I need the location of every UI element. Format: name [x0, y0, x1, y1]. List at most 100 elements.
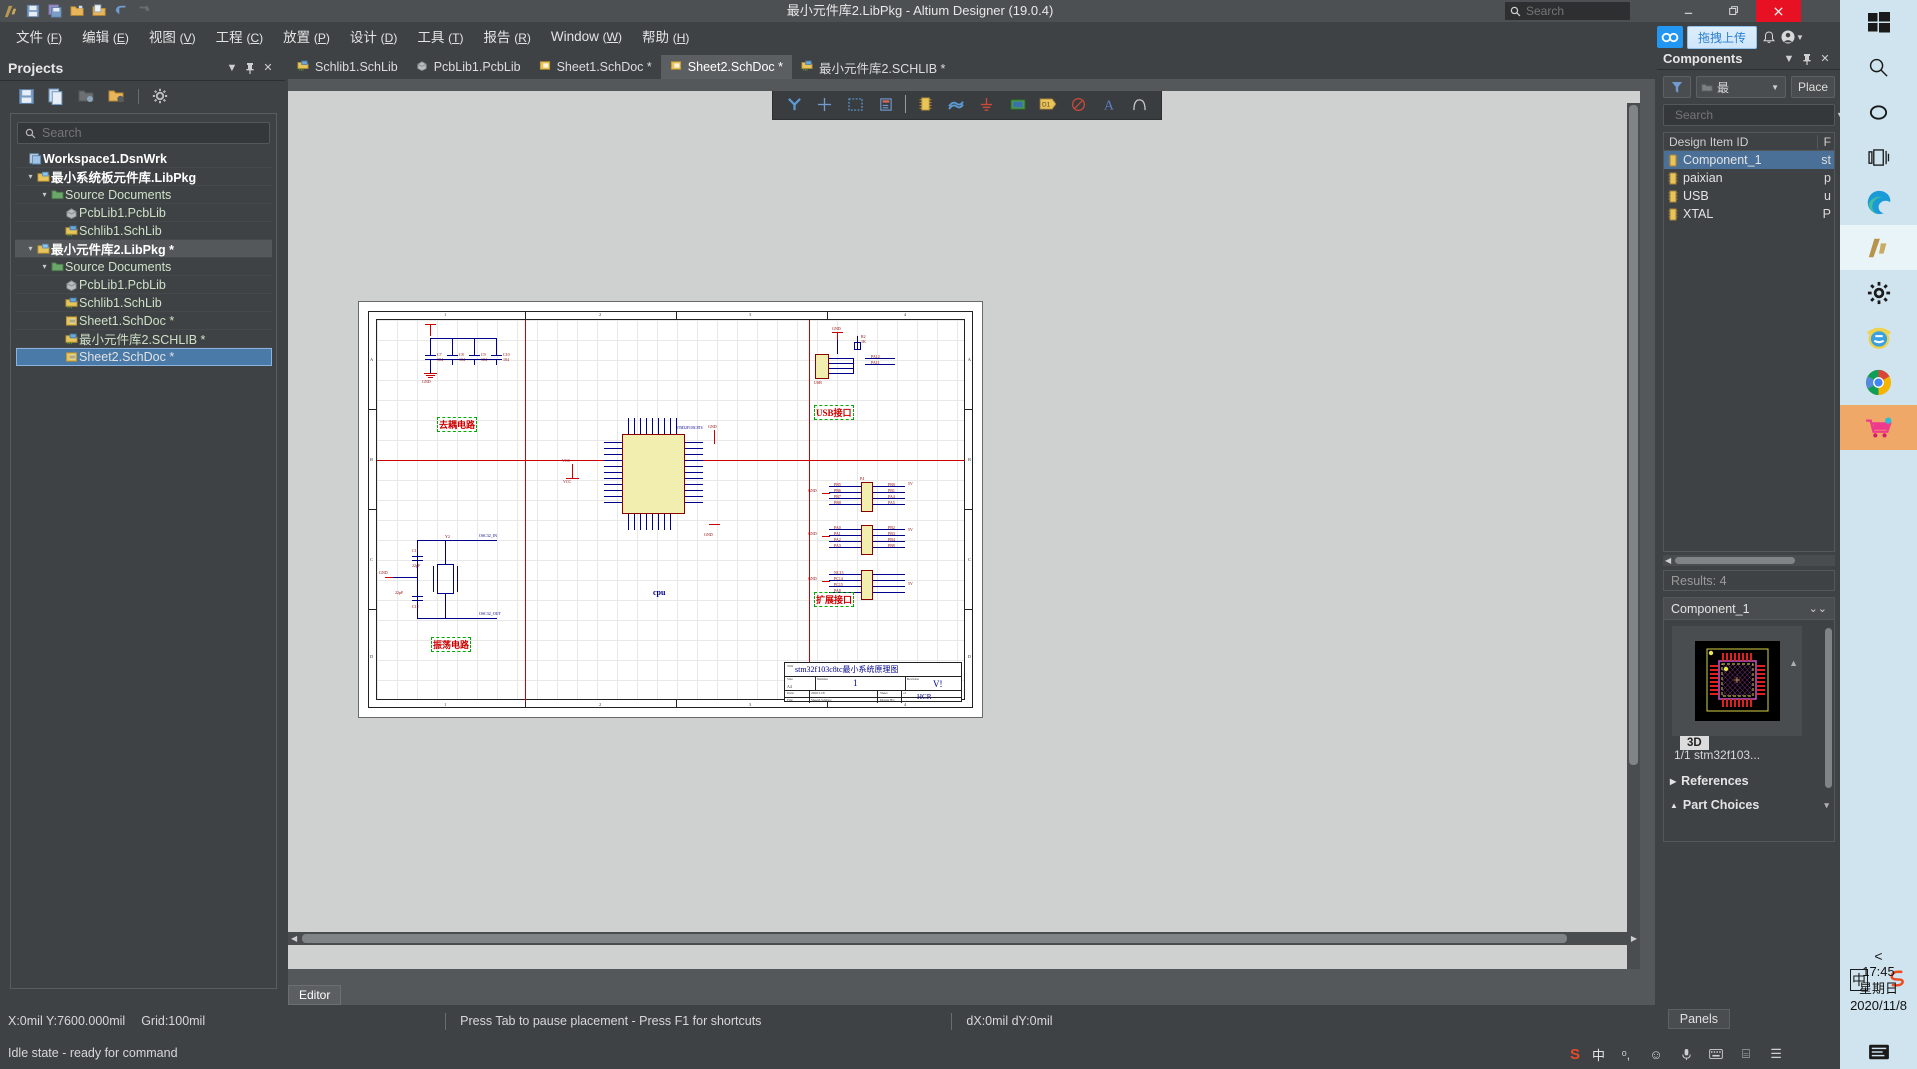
components-grid[interactable]: Design Item ID F Component_1 st paixian … [1663, 132, 1835, 552]
tree-item-source-documents-2[interactable]: ▾ Source Documents [15, 258, 272, 276]
components-search-box[interactable]: ▼ [1663, 104, 1845, 126]
gnd-power-port-icon[interactable] [976, 93, 998, 115]
oscillator-circuit-block[interactable]: C11 22pF C12 22pF Y2 GND OSC32_IN OSC32_… [379, 532, 507, 627]
tree-item-schlib-2[interactable]: Schlib1.SchLib [15, 294, 272, 312]
ime-mode-label[interactable]: 中 [1592, 1045, 1605, 1064]
menu-window[interactable]: Window (W) [541, 25, 632, 48]
internet-explorer-icon[interactable] [1840, 315, 1917, 360]
search-icon[interactable] [1840, 45, 1917, 90]
menu-bar[interactable]: 文件 (F) 编辑 (E) 视图 (V) 工程 (C) 放置 (P) 设计 (D… [0, 22, 1657, 50]
sheet-title-block[interactable]: stm32f103c8tc最小系统原理图 Title Size A4 Numbe… [784, 662, 962, 703]
open-project-icon[interactable] [78, 88, 95, 105]
altium-designer-icon[interactable] [1840, 225, 1917, 270]
tree-item-sheet1[interactable]: Sheet1.SchDoc * [15, 312, 272, 330]
tree-item-schlib-chinese[interactable]: 最小元件库2.SCHLIB * [15, 330, 272, 348]
junction-icon[interactable] [814, 93, 836, 115]
pin-icon[interactable] [241, 59, 259, 77]
place-part-icon[interactable] [915, 93, 937, 115]
task-view-icon[interactable] [1840, 135, 1917, 180]
schematic-placement-toolbar[interactable]: D1 A [772, 91, 1162, 120]
tree-expander[interactable]: ▾ [39, 262, 50, 271]
rectangle-select-icon[interactable] [844, 93, 866, 115]
section-part-choices[interactable]: ▲ Part Choices ▾ [1670, 798, 1829, 812]
account-icon[interactable]: ▼ [1781, 30, 1804, 44]
scroll-left-arrow[interactable]: ◀ [1665, 556, 1671, 565]
chevron-down-icon[interactable]: ▼ [223, 59, 241, 77]
windows-start-icon[interactable] [1840, 0, 1917, 45]
open-folder-icon[interactable] [68, 2, 86, 20]
preview-scroll-up-arrow[interactable]: ▲ [1789, 658, 1798, 668]
usb-interface-block[interactable]: GND R2 1K PA12 PA11 USB [799, 326, 929, 404]
tree-item-schlib-1[interactable]: Schlib1.SchLib [15, 222, 272, 240]
components-grid-hscrollbar[interactable]: ◀ [1663, 555, 1835, 566]
keyboard-icon[interactable] [1707, 1045, 1725, 1063]
component-row-paixian[interactable]: paixian p [1664, 169, 1834, 187]
global-search-input[interactable] [1526, 4, 1621, 18]
tree-item-source-documents-1[interactable]: ▾ Source Documents [15, 186, 272, 204]
quick-access-toolbar[interactable] [2, 1, 152, 21]
chevron-down-icon[interactable]: ▼ [1780, 50, 1798, 68]
undo-icon[interactable] [112, 2, 130, 20]
settings-gear-icon[interactable] [152, 88, 169, 105]
sogou-icon[interactable]: S [1570, 1046, 1580, 1063]
menu-project[interactable]: 工程 (C) [206, 22, 273, 50]
mic-icon[interactable] [1677, 1045, 1695, 1063]
detail-vertical-scroll-thumb[interactable] [1825, 628, 1832, 788]
sheet-symbol-icon[interactable] [875, 93, 897, 115]
open-project-icon[interactable] [90, 2, 108, 20]
save-icon[interactable] [24, 2, 42, 20]
no-erc-icon[interactable] [1068, 93, 1090, 115]
projects-toolbar[interactable] [0, 81, 285, 111]
tree-expander[interactable]: ▾ [25, 244, 36, 253]
cortana-icon[interactable] [1840, 90, 1917, 135]
menu-reports[interactable]: 报告 (R) [473, 22, 540, 50]
editor-tab-button[interactable]: Editor [288, 985, 342, 1005]
drag-upload-button[interactable]: 拖拽上传 [1687, 25, 1758, 49]
settings-gear-icon[interactable] [1840, 270, 1917, 315]
funnel-filter-button[interactable] [1663, 76, 1691, 98]
tab-schlib1[interactable]: Schlib1.SchLib [288, 55, 407, 79]
tab-schlib-chinese[interactable]: 最小元件库2.SCHLIB * [792, 55, 954, 79]
cpu-block[interactable]: STM32F103C8T6 VCC VCC GND GND [562, 402, 754, 567]
menu-view[interactable]: 视图 (V) [139, 22, 206, 50]
shopping-cart-app-icon[interactable] [1840, 405, 1917, 450]
horizontal-scroll-thumb[interactable] [1675, 557, 1795, 564]
close-button[interactable] [1756, 0, 1801, 22]
projects-search-input[interactable] [42, 126, 222, 140]
scroll-right-arrow[interactable]: ▶ [1631, 934, 1637, 943]
place-button[interactable]: Place [1791, 76, 1835, 98]
tree-item-pcblib-2[interactable]: PcbLib1.PcbLib [15, 276, 272, 294]
save-icon[interactable] [18, 88, 35, 105]
tree-expander[interactable]: ▾ [25, 172, 36, 181]
tree-item-libpkg-1[interactable]: ▾ 最小系统板元件库.LibPkg [15, 168, 272, 186]
wire-icon[interactable] [783, 93, 805, 115]
bell-icon[interactable] [1761, 30, 1777, 44]
minimize-button[interactable] [1666, 0, 1711, 22]
document-tab-bar[interactable]: Schlib1.SchLib PcbLib1.PcbLib Sheet1.Sch… [288, 55, 1655, 79]
canvas-vertical-scrollbar[interactable] [1627, 103, 1640, 969]
maximize-button[interactable] [1711, 0, 1756, 22]
global-search-box[interactable] [1505, 2, 1630, 20]
port-icon[interactable] [1007, 93, 1029, 115]
punctuation-icon[interactable]: ᵒ, [1617, 1045, 1635, 1063]
menu-tools[interactable]: 工具 (T) [407, 22, 473, 50]
google-chrome-icon[interactable] [1840, 360, 1917, 405]
close-icon[interactable]: ✕ [1816, 50, 1834, 68]
chevron-double-down-icon[interactable]: ⌄⌄ [1809, 602, 1827, 615]
menu-file[interactable]: 文件 (F) [6, 22, 72, 50]
schematic-canvas[interactable]: 1 2 3 4 1 2 3 4 A B C D A B C D GND C7 1… [288, 91, 1640, 969]
decoupling-circuit-block[interactable]: GND C7 104 C8 104 C9 104 C10 104 [407, 324, 517, 409]
altium-365-icon[interactable] [1657, 26, 1683, 48]
schematic-sheet[interactable]: 1 2 3 4 1 2 3 4 A B C D A B C D GND C7 1… [358, 301, 983, 718]
component-preview[interactable]: 3D ▲ [1672, 626, 1802, 750]
vertical-scroll-thumb[interactable] [1629, 105, 1638, 765]
altium-cloud-bar[interactable]: 拖拽上传 ▼ [1657, 24, 1840, 50]
component-row-usb[interactable]: USB u [1664, 187, 1834, 205]
menu-place[interactable]: 放置 (P) [273, 22, 340, 50]
tray-expand-icon[interactable]: < [1840, 948, 1917, 964]
arc-icon[interactable] [1129, 93, 1151, 115]
windows-taskbar[interactable]: < 中 17:45 星期日 2020/11/8 [1840, 0, 1917, 1069]
ime-toolbar[interactable]: S 中 ᵒ, ☺ ⌸ ☰ [1560, 1039, 1840, 1069]
section-references[interactable]: ▶ References [1670, 774, 1749, 788]
close-icon[interactable]: ✕ [259, 59, 277, 77]
